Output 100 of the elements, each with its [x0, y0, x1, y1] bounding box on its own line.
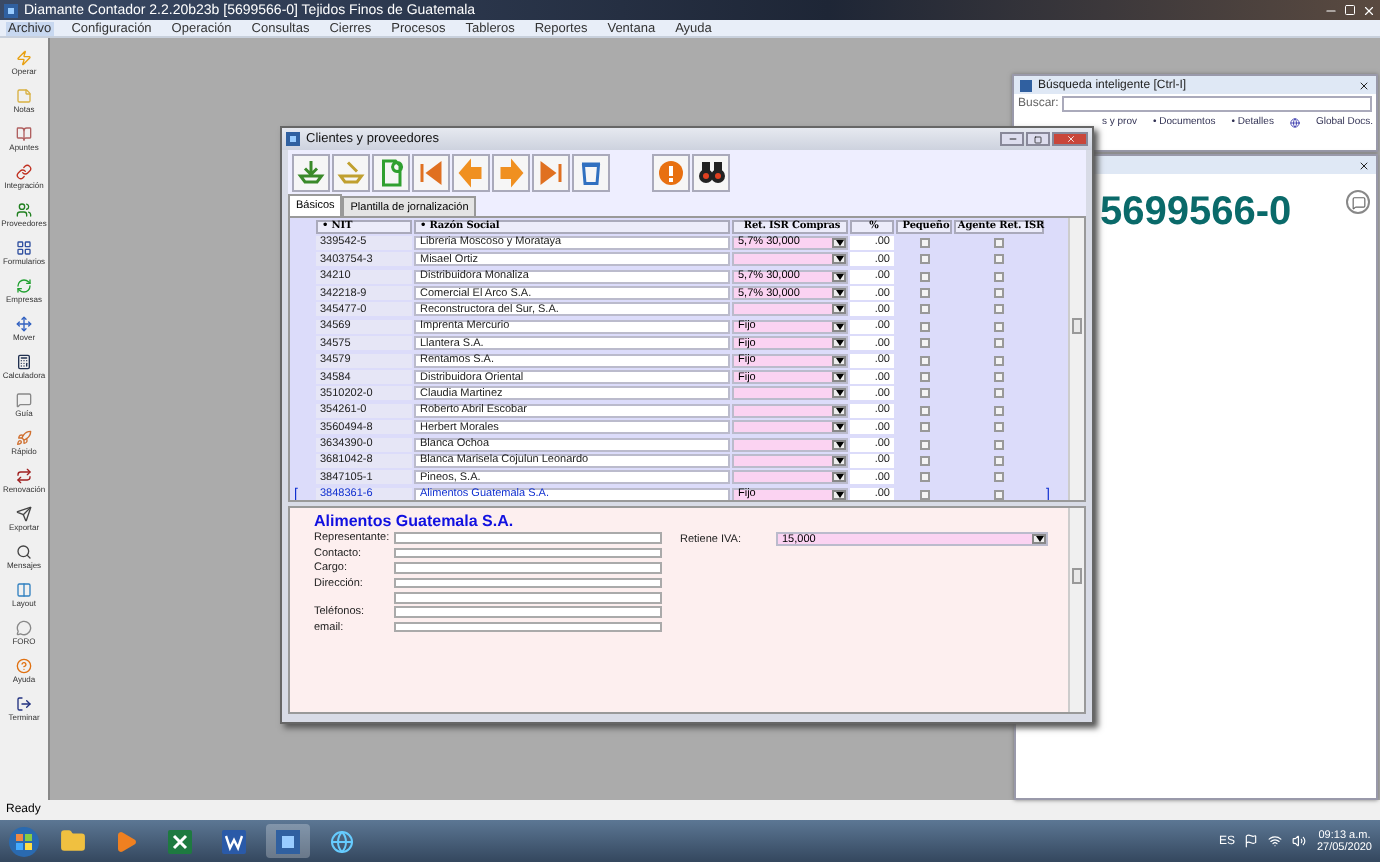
input-field[interactable]: [394, 577, 662, 589]
toolbar-button[interactable]: [412, 153, 450, 191]
network-icon[interactable]: [1268, 834, 1283, 848]
lightning-icon: [15, 50, 32, 66]
toolbar-button[interactable]: [492, 153, 530, 191]
minimize-button[interactable]: [1000, 132, 1024, 146]
exit-icon: [16, 696, 32, 712]
maximize-button[interactable]: [1026, 132, 1050, 146]
input-field[interactable]: [394, 547, 662, 559]
book-icon: [16, 126, 32, 142]
checkbox[interactable]: [919, 405, 929, 416]
checkbox[interactable]: [919, 271, 929, 282]
speech-bubble-icon: [15, 392, 32, 408]
dropdown[interactable]: [732, 302, 848, 317]
caret-icon: [835, 273, 843, 280]
checkbox[interactable]: [994, 405, 1004, 416]
close-icon[interactable]: [1358, 159, 1370, 171]
toolbar-button[interactable]: [292, 153, 330, 191]
checkbox[interactable]: [994, 472, 1004, 483]
checkbox[interactable]: [919, 338, 929, 349]
app-icon: [1020, 79, 1032, 91]
toolbar-button[interactable]: [452, 153, 490, 191]
input-field[interactable]: [394, 562, 662, 574]
play-icon: [114, 829, 138, 853]
move-icon: [16, 316, 32, 332]
caret-icon: [835, 239, 843, 246]
edit-icon: [336, 157, 366, 187]
toolbar-button[interactable]: [332, 153, 370, 191]
checkbox[interactable]: [994, 304, 1004, 315]
save-icon: [296, 157, 326, 187]
checkbox[interactable]: [994, 439, 1004, 450]
checkbox[interactable]: [994, 455, 1004, 466]
checkbox[interactable]: [919, 388, 929, 399]
start-button[interactable]: [8, 825, 40, 857]
input-field[interactable]: [394, 606, 662, 618]
checkbox[interactable]: [994, 237, 1004, 248]
toolbar-button[interactable]: [572, 153, 610, 191]
search-button[interactable]: [692, 153, 730, 191]
caret-icon: [835, 441, 843, 448]
close-icon[interactable]: [1358, 79, 1370, 91]
columns-icon: [15, 582, 32, 598]
caret-icon: [835, 290, 843, 297]
caret-icon: [835, 357, 843, 364]
checkbox[interactable]: [919, 304, 929, 315]
toolbar-button[interactable]: [372, 153, 410, 191]
checkbox[interactable]: [919, 472, 929, 483]
input-field[interactable]: [394, 592, 662, 603]
dropdown[interactable]: [732, 437, 848, 452]
input-field[interactable]: [394, 532, 662, 544]
app-icon: [286, 132, 300, 146]
dropdown[interactable]: [732, 403, 848, 418]
caret-icon: [835, 424, 843, 431]
input-field[interactable]: [394, 621, 662, 633]
add-icon: [376, 157, 406, 187]
chat-button[interactable]: [1346, 190, 1370, 214]
caret-icon: [835, 340, 843, 347]
dropdown[interactable]: [732, 252, 848, 267]
checkbox[interactable]: [919, 237, 929, 248]
globe-icon: [330, 829, 354, 853]
flag-icon[interactable]: [1244, 834, 1259, 848]
link-icon: [15, 164, 32, 180]
calculator-icon: [15, 354, 32, 370]
company-nit: 5699566-0: [1100, 190, 1292, 236]
checkbox[interactable]: [919, 439, 929, 450]
caret-icon: [835, 374, 843, 381]
checkbox[interactable]: [919, 422, 929, 433]
checkbox[interactable]: [919, 355, 929, 366]
checkbox[interactable]: [994, 355, 1004, 366]
globe-icon: [1289, 117, 1300, 127]
checkbox[interactable]: [994, 338, 1004, 349]
scrollbar[interactable]: [1068, 218, 1084, 500]
checkbox[interactable]: [994, 254, 1004, 265]
checkbox[interactable]: [919, 321, 929, 332]
taskbar-button[interactable]: [266, 824, 310, 858]
dropdown[interactable]: [732, 386, 848, 401]
checkbox[interactable]: [919, 455, 929, 466]
checkbox[interactable]: [994, 271, 1004, 282]
checkbox[interactable]: [919, 372, 929, 383]
grid-icon: [16, 240, 32, 256]
dropdown[interactable]: [732, 420, 848, 435]
checkbox[interactable]: [994, 372, 1004, 383]
checkbox[interactable]: [994, 288, 1004, 299]
toolbar-button[interactable]: [532, 153, 570, 191]
checkbox[interactable]: [994, 422, 1004, 433]
checkbox[interactable]: [994, 321, 1004, 332]
checkbox[interactable]: [994, 388, 1004, 399]
first-record-icon: [416, 157, 446, 187]
search-field[interactable]: [1062, 96, 1372, 112]
checkbox[interactable]: [919, 288, 929, 299]
scrollbar[interactable]: [1068, 508, 1084, 712]
caret-icon: [1035, 536, 1043, 542]
checkbox[interactable]: [994, 489, 1004, 500]
dropdown[interactable]: [732, 453, 848, 468]
speech-bubble-icon: [1351, 195, 1365, 209]
close-button[interactable]: [1052, 132, 1088, 146]
checkbox[interactable]: [919, 254, 929, 265]
maximize-icon[interactable]: [1344, 4, 1356, 16]
checkbox[interactable]: [919, 489, 929, 500]
dropdown[interactable]: [732, 470, 848, 485]
volume-icon[interactable]: [1292, 834, 1307, 848]
